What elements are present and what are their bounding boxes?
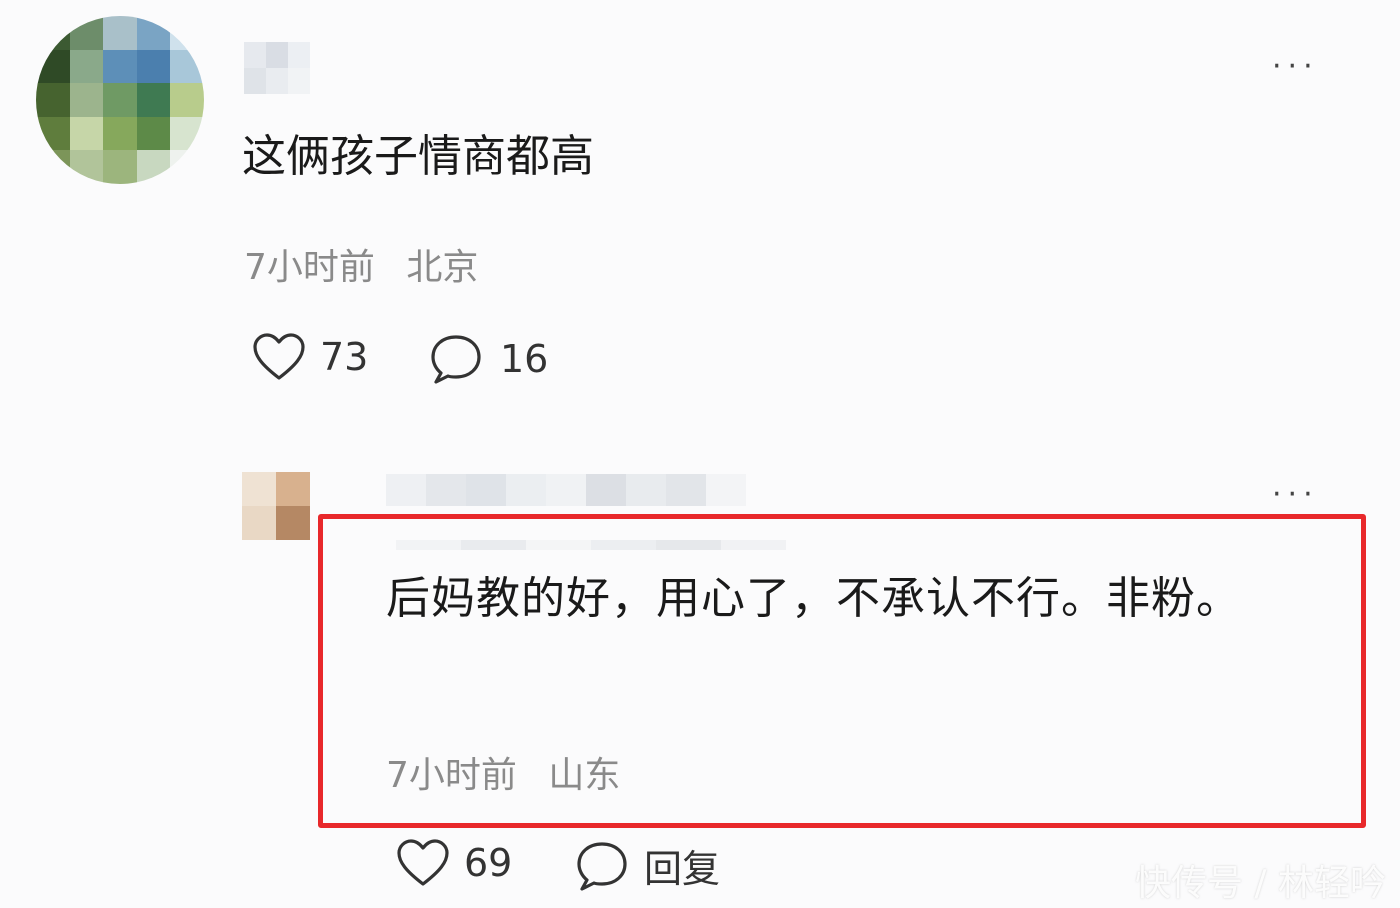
reply-count: 16 bbox=[500, 337, 549, 381]
replier-name-blurred[interactable] bbox=[386, 474, 746, 506]
reply-reply-button[interactable]: 回复 bbox=[574, 838, 720, 893]
more-icon[interactable]: ··· bbox=[1272, 480, 1319, 510]
heart-icon bbox=[397, 839, 449, 886]
watermark: 快传号 / 林轻吟 bbox=[1134, 863, 1386, 904]
comment-reply-button[interactable]: 16 bbox=[428, 332, 548, 386]
reply-meta: 7小时前 山东 bbox=[386, 746, 620, 798]
heart-icon bbox=[253, 333, 305, 380]
comment-meta: 7小时前 北京 bbox=[244, 238, 478, 290]
more-icon[interactable]: ··· bbox=[1272, 52, 1319, 82]
comment-like-button[interactable]: 73 bbox=[252, 332, 368, 382]
reply-like-count: 69 bbox=[464, 841, 513, 885]
avatar-mosaic bbox=[36, 16, 204, 184]
reply-time: 7小时前 bbox=[386, 755, 517, 796]
reply-label: 回复 bbox=[644, 847, 721, 891]
commenter-name-blurred[interactable] bbox=[244, 42, 310, 94]
like-count: 73 bbox=[320, 335, 369, 379]
comment-time: 7小时前 bbox=[244, 247, 375, 288]
comment-location: 北京 bbox=[406, 247, 479, 288]
replier-avatar[interactable] bbox=[242, 472, 310, 540]
comment-bubble-icon bbox=[431, 335, 481, 384]
comment-bubble-icon bbox=[577, 841, 627, 891]
reply-text: 后妈教的好，用心了，不承认不行。非粉。 bbox=[386, 573, 1241, 624]
comment-text: 这俩孩子情商都高 bbox=[242, 131, 594, 182]
commenter-avatar[interactable] bbox=[36, 16, 204, 184]
reply-location: 山东 bbox=[548, 755, 621, 796]
reply-like-button[interactable]: 69 bbox=[396, 838, 512, 888]
